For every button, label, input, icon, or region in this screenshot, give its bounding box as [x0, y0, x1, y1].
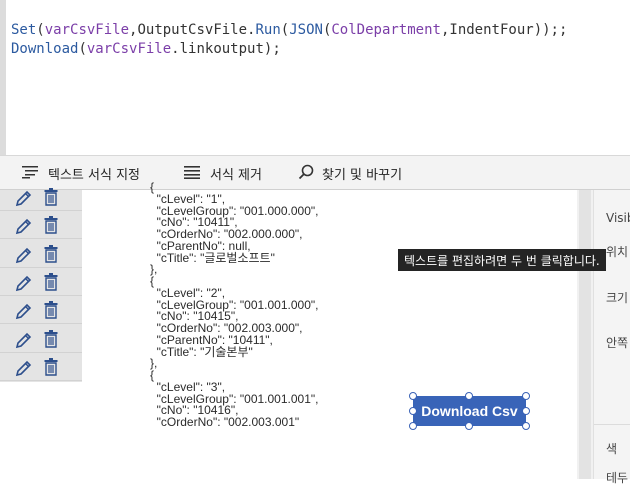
code-token: JSON: [289, 22, 323, 38]
code-token: (: [280, 22, 290, 38]
trash-icon[interactable]: [44, 216, 58, 234]
resize-handle[interactable]: [522, 407, 530, 415]
json-line: "cOrderNo": "002.003.001": [150, 415, 300, 429]
panel-divider: [594, 424, 630, 425]
trash-icon[interactable]: [44, 357, 58, 376]
resize-handle[interactable]: [409, 407, 417, 415]
find-replace-label: 찾기 및 바꾸기: [322, 168, 403, 183]
resize-handle[interactable]: [522, 392, 530, 400]
resize-handle[interactable]: [522, 422, 530, 430]
scrollbar-thumb[interactable]: [579, 190, 591, 479]
code-token: varCsvFile: [44, 22, 130, 38]
resize-handle[interactable]: [465, 392, 473, 400]
trash-icon[interactable]: [44, 272, 58, 291]
download-button-selection: Download Csv: [409, 392, 530, 430]
code-token: (: [36, 22, 45, 38]
json-line: },: [150, 262, 158, 277]
property-label-size[interactable]: 크기: [606, 289, 628, 306]
code-token: );: [263, 41, 281, 57]
resize-handle[interactable]: [465, 422, 473, 430]
gallery-row-actions: [0, 211, 82, 240]
properties-panel: Visib 위치 크기 안쪽 색 테두: [593, 190, 630, 485]
edit-pencil-icon[interactable]: [15, 246, 33, 264]
edit-pencil-icon[interactable]: [15, 189, 33, 207]
gallery-row-strip: [0, 188, 82, 382]
json-line: "cTitle": "글로벌소프트": [150, 250, 275, 265]
trash-icon[interactable]: [44, 244, 58, 263]
formula-line-2[interactable]: Download(varCsvFile.linkoutput);: [11, 40, 281, 58]
trash-icon[interactable]: [44, 301, 58, 319]
code-token: varCsvFile: [86, 41, 172, 57]
edit-pencil-icon[interactable]: [15, 302, 33, 320]
trash-icon[interactable]: [44, 188, 58, 206]
format-text-icon: [22, 165, 40, 183]
json-preview-label[interactable]: { "cLevel": "1", "cLevelGroup": "001.000…: [150, 181, 318, 429]
code-token: ColDepartment: [331, 22, 441, 38]
formula-editor[interactable]: Set(varCsvFile,OutputCsvFile.Run(JSON(Co…: [0, 0, 630, 155]
format-text-label: 텍스트 서식 지정: [48, 168, 140, 183]
code-token: (: [78, 41, 87, 57]
property-label-position[interactable]: 위치: [606, 243, 628, 260]
code-token: OutputCsvFile: [137, 22, 248, 38]
code-token: ;: [558, 22, 568, 38]
property-label-padding[interactable]: 안쪽: [606, 334, 628, 351]
edit-pencil-icon[interactable]: [15, 274, 33, 292]
code-token: ));: [533, 22, 559, 38]
code-token: Run: [255, 22, 281, 38]
formula-line-1[interactable]: Set(varCsvFile,OutputCsvFile.Run(JSON(Co…: [11, 21, 567, 39]
property-label-border[interactable]: 테두: [606, 469, 628, 486]
gallery-row-actions: [0, 296, 82, 325]
edit-tooltip: 텍스트를 편집하려면 두 번 클릭합니다.: [398, 249, 606, 271]
remove-format-icon: [184, 165, 202, 183]
trash-icon[interactable]: [44, 329, 58, 348]
gallery-row-actions: [0, 183, 82, 211]
code-token: Set: [11, 22, 37, 38]
edit-pencil-icon[interactable]: [15, 331, 33, 349]
remove-format-label: 서식 제거: [210, 168, 262, 183]
resize-handle[interactable]: [409, 422, 417, 430]
gallery-row-actions: [0, 353, 82, 381]
json-line: },: [150, 356, 158, 371]
canvas-scrollbar[interactable]: [577, 190, 593, 479]
code-token: Download: [11, 41, 79, 57]
code-token: linkoutput: [179, 41, 264, 57]
json-line: "cTitle": "기술본부": [150, 344, 253, 359]
edit-pencil-icon[interactable]: [15, 217, 33, 235]
gallery-row-actions: [0, 240, 82, 268]
edit-pencil-icon[interactable]: [15, 359, 33, 377]
property-label-visible[interactable]: Visib: [606, 211, 630, 225]
code-token: IndentFour: [449, 22, 534, 38]
search-icon: [298, 164, 314, 184]
gallery-row-actions: [0, 325, 82, 353]
gallery-row-actions: [0, 268, 82, 296]
code-token: .: [171, 41, 180, 57]
resize-handle[interactable]: [409, 392, 417, 400]
property-label-color[interactable]: 색: [606, 440, 617, 457]
